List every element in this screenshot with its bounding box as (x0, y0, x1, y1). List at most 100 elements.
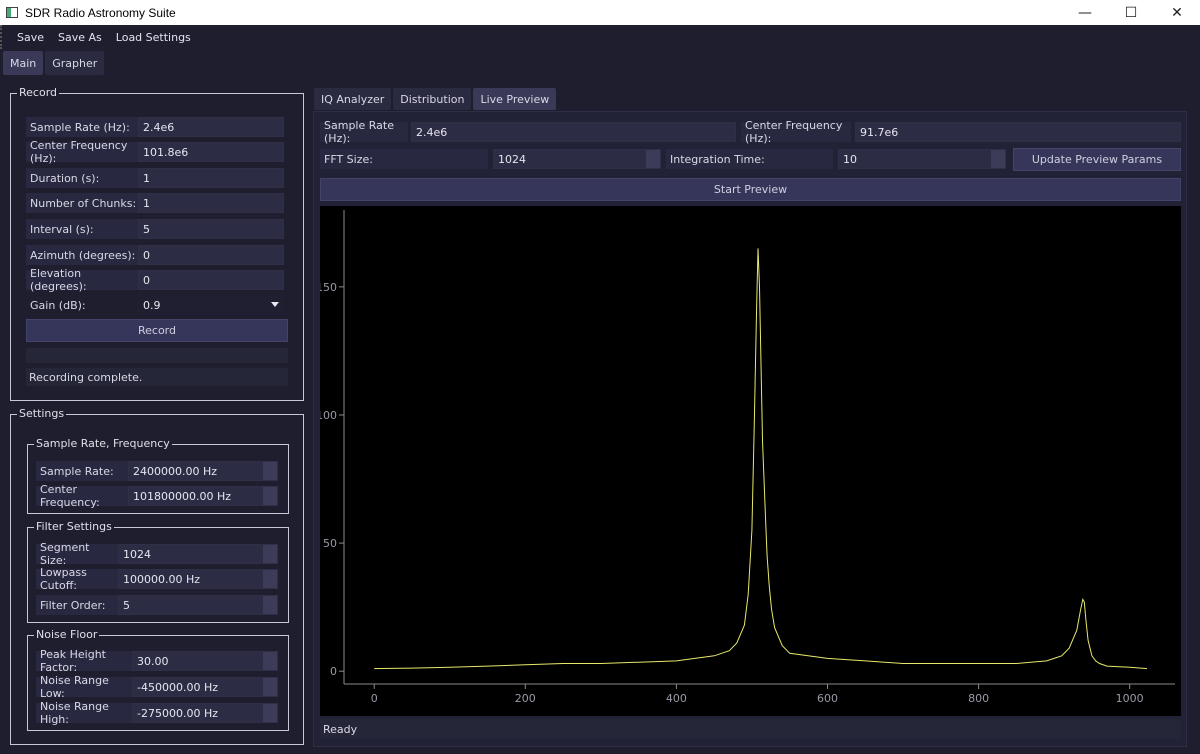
peak-height-factor-spinbox[interactable]: 30.00 (132, 651, 278, 671)
record-progress-bar (26, 348, 288, 363)
menu-save[interactable]: Save (10, 31, 51, 44)
number-of-chunks-input[interactable]: 1 (138, 193, 284, 213)
settings-row-center-frequency: Center Frequency: 101800000.00 Hz (36, 483, 278, 509)
analysis-tabs: IQ Analyzer Distribution Live Preview (314, 88, 557, 110)
noise-row-range-high: Noise Range High: -275000.00 Hz (36, 700, 278, 726)
segment-size-spinbox[interactable]: 1024 (118, 544, 278, 564)
spin-buttons-icon[interactable] (263, 570, 277, 588)
spin-buttons-icon[interactable] (263, 652, 277, 670)
integration-time-label: Integration Time: (666, 149, 833, 169)
preview-row-fft-size: FFT Size: 1024 (320, 149, 661, 169)
record-row-duration: Duration (s): 1 (26, 168, 284, 188)
record-group-title: Record (17, 86, 60, 99)
interval-label: Interval (s): (26, 219, 138, 239)
lowpass-cutoff-value: 100000.00 Hz (123, 572, 201, 586)
filter-order-spinbox[interactable]: 5 (118, 595, 278, 615)
elevation-input[interactable]: 0 (138, 270, 284, 290)
settings-row-sample-rate: Sample Rate: 2400000.00 Hz (36, 461, 278, 481)
noise-range-low-label: Noise Range Low: (36, 674, 132, 700)
app-icon (6, 7, 18, 18)
tab-distribution[interactable]: Distribution (393, 88, 472, 110)
settings-group-title: Settings (17, 407, 67, 420)
tab-live-preview[interactable]: Live Preview (473, 88, 557, 110)
spin-buttons-icon[interactable] (263, 596, 277, 614)
spectrum-series-line (374, 248, 1148, 670)
chevron-down-icon[interactable] (271, 302, 279, 307)
record-row-elevation: Elevation (degrees): 0 (26, 267, 284, 293)
spectrum-plot[interactable]: 0 200 400 600 800 1000 0 50 100 150 (316, 206, 1181, 716)
record-row-azimuth: Azimuth (degrees): 0 (26, 245, 284, 265)
tab-main[interactable]: Main (3, 51, 44, 75)
minimize-button[interactable]: — (1062, 0, 1108, 25)
settings-sample-rate-spinbox[interactable]: 2400000.00 Hz (128, 461, 278, 481)
gain-value: 0.9 (143, 298, 161, 312)
filter-row-segment-size: Segment Size: 1024 (36, 541, 278, 567)
y-tick-label: 150 (320, 281, 337, 294)
preview-center-frequency-input[interactable]: 91.7e6 (855, 122, 1181, 142)
lowpass-cutoff-spinbox[interactable]: 100000.00 Hz (118, 569, 278, 589)
preview-status: Ready (320, 719, 1181, 739)
menu-save-as[interactable]: Save As (51, 31, 109, 44)
azimuth-label: Azimuth (degrees): (26, 245, 138, 265)
close-button[interactable]: ✕ (1154, 0, 1200, 25)
y-tick-label: 0 (330, 665, 337, 678)
integration-time-value: 10 (843, 152, 857, 166)
settings-center-frequency-label: Center Frequency: (36, 483, 128, 509)
duration-input[interactable]: 1 (138, 168, 284, 188)
fft-size-spinbox[interactable]: 1024 (493, 149, 661, 169)
spin-buttons-icon[interactable] (263, 678, 277, 696)
preview-sample-rate-input[interactable]: 2.4e6 (411, 122, 736, 142)
segment-size-label: Segment Size: (36, 541, 118, 567)
filter-settings-group: Filter Settings Segment Size: 1024 Lowpa… (27, 520, 289, 623)
x-tick-label: 800 (968, 692, 989, 705)
window-title: SDR Radio Astronomy Suite (25, 5, 176, 20)
center-frequency-input[interactable]: 101.8e6 (138, 142, 284, 162)
peak-height-factor-label: Peak Height Factor: (36, 648, 132, 674)
tab-grapher[interactable]: Grapher (45, 51, 105, 75)
preview-row-sample-rate: Sample Rate (Hz): 2.4e6 (320, 119, 736, 145)
noise-range-high-spinbox[interactable]: -275000.00 Hz (132, 703, 278, 723)
sample-rate-label: Sample Rate (Hz): (26, 117, 138, 137)
update-preview-params-button[interactable]: Update Preview Params (1013, 148, 1181, 171)
spin-buttons-icon[interactable] (263, 487, 277, 505)
x-tick-label: 1000 (1116, 692, 1144, 705)
y-tick-label: 100 (320, 409, 337, 422)
sample-rate-frequency-title: Sample Rate, Frequency (34, 437, 172, 450)
sample-rate-input[interactable]: 2.4e6 (138, 117, 284, 137)
settings-sample-rate-value: 2400000.00 Hz (133, 464, 218, 478)
spin-buttons-icon[interactable] (991, 150, 1005, 168)
spin-buttons-icon[interactable] (263, 704, 277, 722)
noise-range-low-spinbox[interactable]: -450000.00 Hz (132, 677, 278, 697)
center-frequency-label: Center Frequency (Hz): (26, 139, 138, 165)
elevation-label: Elevation (degrees): (26, 267, 138, 293)
record-status: Recording complete. (26, 368, 288, 386)
noise-floor-title: Noise Floor (34, 628, 100, 641)
azimuth-input[interactable]: 0 (138, 245, 284, 265)
settings-sample-rate-label: Sample Rate: (36, 461, 128, 481)
integration-time-spinbox[interactable]: 10 (838, 149, 1006, 169)
spin-buttons-icon[interactable] (646, 150, 660, 168)
record-row-interval: Interval (s): 5 (26, 219, 284, 239)
preview-sample-rate-label: Sample Rate (Hz): (320, 119, 408, 145)
gain-select[interactable]: 0.9 (138, 295, 284, 315)
sample-rate-frequency-group: Sample Rate, Frequency Sample Rate: 2400… (27, 437, 289, 514)
spectrum-chart: 0 200 400 600 800 1000 0 50 100 150 (316, 210, 1175, 705)
x-tick-label: 600 (817, 692, 838, 705)
interval-input[interactable]: 5 (138, 219, 284, 239)
start-preview-button[interactable]: Start Preview (320, 178, 1181, 201)
peak-height-factor-value: 30.00 (137, 654, 169, 668)
record-row-gain: Gain (dB): 0.9 (26, 295, 284, 315)
tab-iq-analyzer[interactable]: IQ Analyzer (314, 88, 392, 110)
menu-load-settings[interactable]: Load Settings (109, 31, 198, 44)
maximize-button[interactable]: ☐ (1108, 0, 1154, 25)
noise-row-range-low: Noise Range Low: -450000.00 Hz (36, 674, 278, 700)
settings-center-frequency-spinbox[interactable]: 101800000.00 Hz (128, 486, 278, 506)
x-tick-label: 200 (515, 692, 536, 705)
noise-range-high-label: Noise Range High: (36, 700, 132, 726)
spin-buttons-icon[interactable] (263, 545, 277, 563)
spin-buttons-icon[interactable] (263, 462, 277, 480)
main-tabs: Main Grapher (3, 51, 105, 75)
record-button[interactable]: Record (26, 319, 288, 342)
record-group: Record Sample Rate (Hz): 2.4e6 Center Fr… (10, 86, 304, 401)
duration-label: Duration (s): (26, 168, 138, 188)
